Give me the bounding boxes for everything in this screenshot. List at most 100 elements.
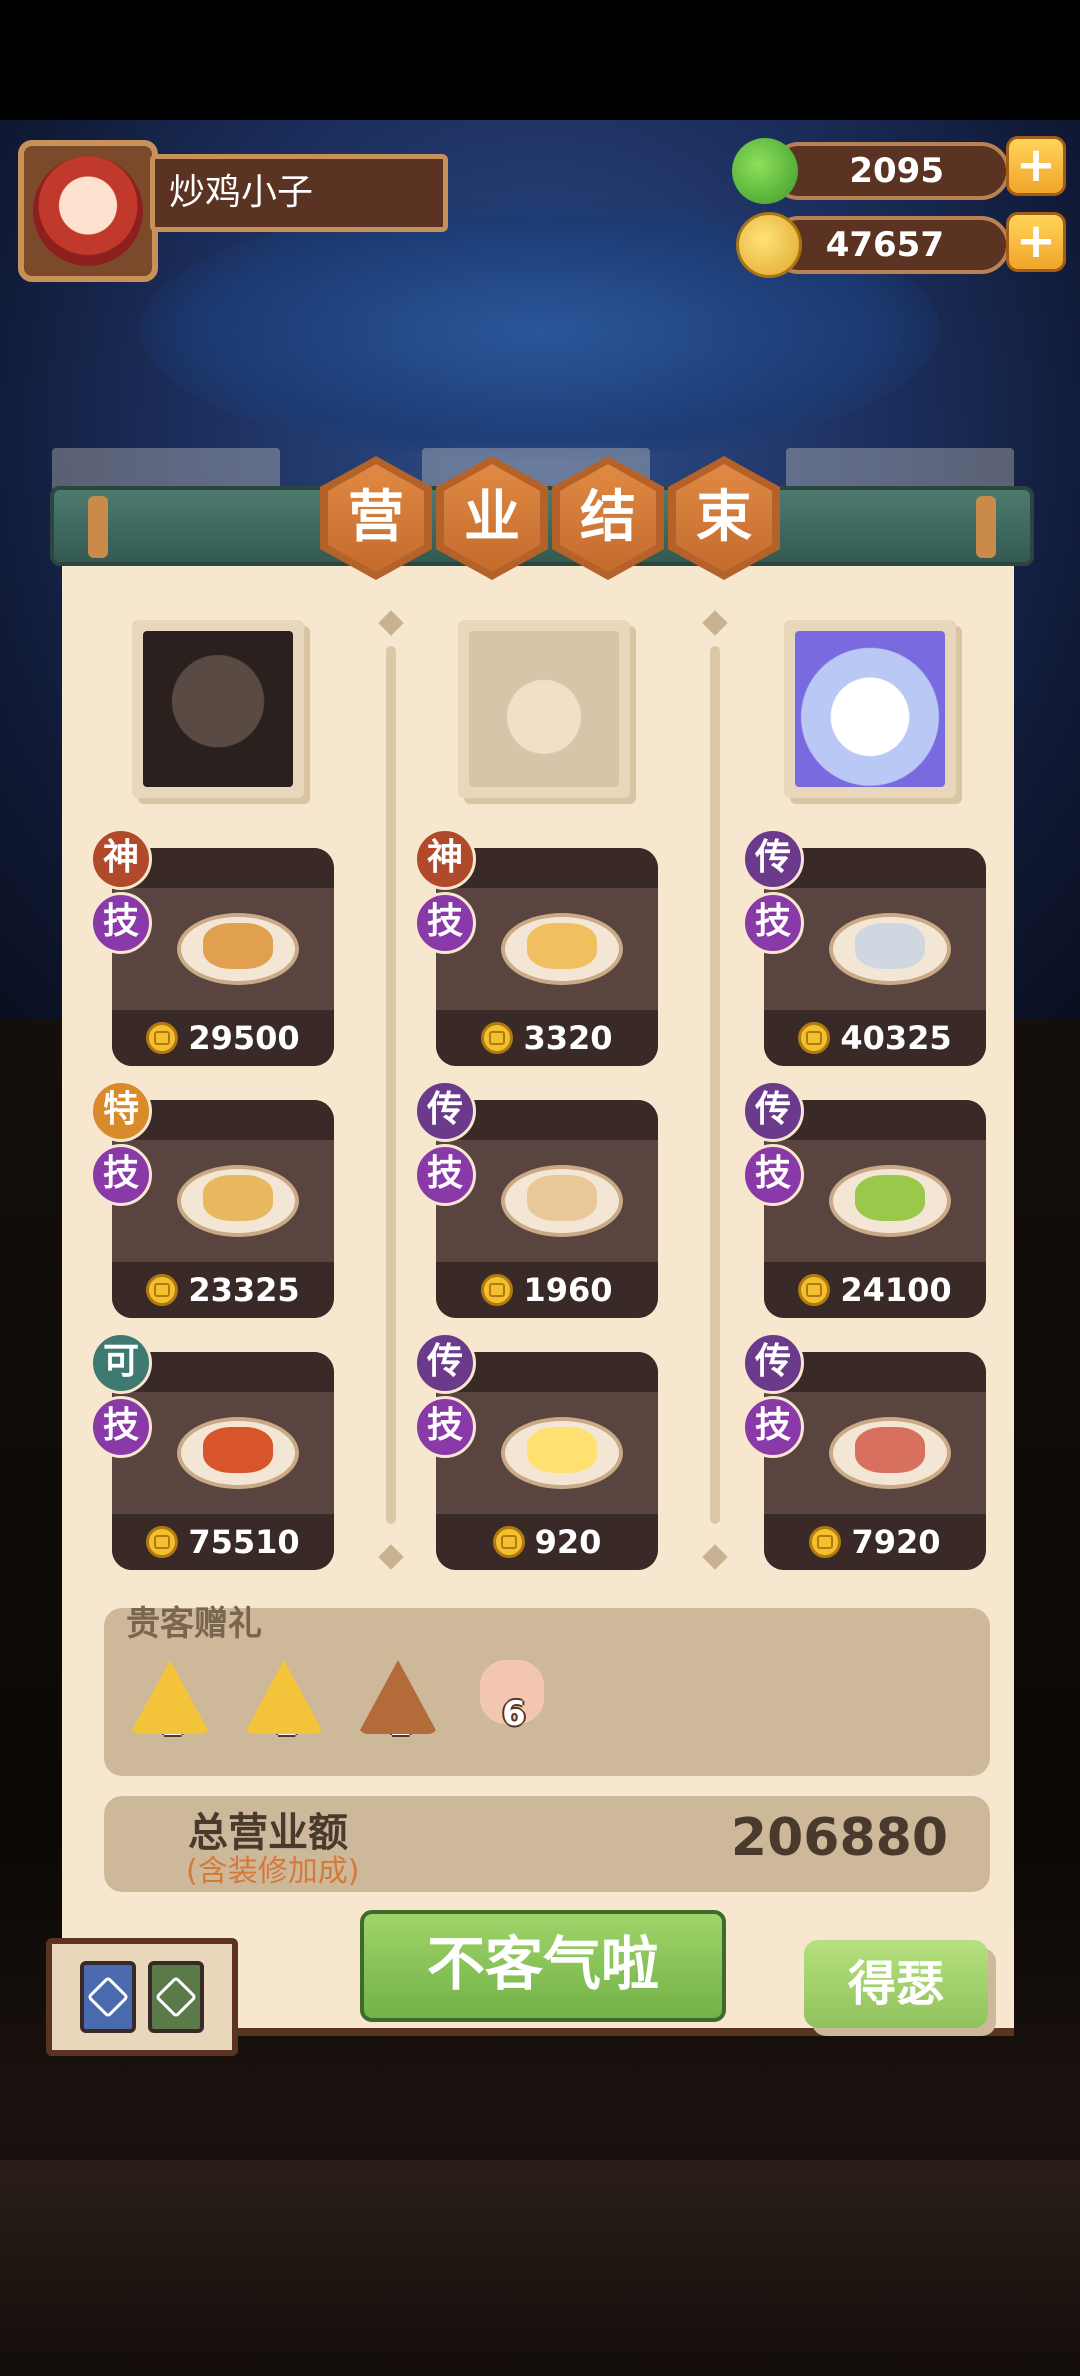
salad-bowl-icon: [855, 1175, 925, 1221]
guest-portrait[interactable]: [132, 620, 304, 798]
title-hex: 营: [320, 456, 432, 580]
title-hex-row: 营 业 结 束: [320, 456, 780, 596]
title-char: 结: [560, 464, 656, 572]
dish-amount: 7920: [851, 1523, 941, 1561]
lobster-platter-icon: [203, 1427, 273, 1473]
dish-card[interactable]: 7920: [764, 1352, 986, 1570]
fried-noodles-icon: [203, 1175, 273, 1221]
title-char: 业: [444, 464, 540, 572]
gold-fish-triangle-icon: [130, 1660, 210, 1734]
gold-fish-triangle-icon: [244, 1660, 324, 1734]
tier-badge: 传: [414, 1332, 476, 1394]
dish-card[interactable]: 920: [436, 1352, 658, 1570]
plate-icon: [829, 1165, 951, 1237]
title-hex: 业: [436, 456, 548, 580]
tier-badge: 神: [90, 828, 152, 890]
coin-icon: [492, 1526, 525, 1558]
column-divider: [386, 646, 396, 1524]
tier-badge: 传: [414, 1080, 476, 1142]
plate-icon: [501, 913, 623, 985]
skill-badge: 技: [742, 1396, 804, 1458]
dish-card[interactable]: 3320: [436, 848, 658, 1066]
chef-boy-icon: [469, 631, 619, 787]
dish-card[interactable]: 29500: [112, 848, 334, 1066]
flatbread-icon: [527, 1175, 597, 1221]
add-coins-button[interactable]: +: [1006, 212, 1066, 272]
dish-earnings: 24100: [764, 1262, 986, 1318]
gift-item[interactable]: 6: [472, 1660, 556, 1750]
dish-earnings: 29500: [112, 1010, 334, 1066]
dish-earnings: 920: [436, 1514, 658, 1570]
dish-amount: 3320: [523, 1019, 613, 1057]
title-char: 营: [328, 464, 424, 572]
dish-card[interactable]: 40325: [764, 848, 986, 1066]
dish-amount: 29500: [188, 1019, 300, 1057]
dish-amount: 24100: [840, 1271, 952, 1309]
tier-badge: 传: [742, 1080, 804, 1142]
guest-portrait[interactable]: [458, 620, 630, 798]
plate-icon: [177, 1417, 299, 1489]
coin-icon: [481, 1022, 514, 1054]
apple-icon: [732, 138, 798, 204]
skill-badge: 技: [414, 1396, 476, 1458]
player-avatar[interactable]: [18, 140, 158, 282]
player-name: 炒鸡小子: [150, 154, 448, 232]
coin-icon: [146, 1022, 179, 1054]
dish-amount: 23325: [188, 1271, 300, 1309]
skill-badge: 技: [414, 892, 476, 954]
gift-item[interactable]: 1: [358, 1660, 442, 1750]
banner-knob: [976, 496, 996, 558]
column-divider: [710, 646, 720, 1524]
guest-portrait[interactable]: [784, 620, 956, 798]
dish-card[interactable]: 75510: [112, 1352, 334, 1570]
gift-list: 1 1 1 6: [130, 1660, 556, 1750]
gift-item[interactable]: 1: [244, 1660, 328, 1750]
plate-icon: [501, 1417, 623, 1489]
scallion-cake-icon: [527, 923, 597, 969]
dish-card[interactable]: 1960: [436, 1100, 658, 1318]
blue-tool-icon[interactable]: [80, 1961, 136, 2033]
coin-icon: [481, 1274, 514, 1306]
skill-badge: 技: [414, 1144, 476, 1206]
tier-badge: 神: [414, 828, 476, 890]
skill-badge: 技: [742, 892, 804, 954]
bronze-triangle-icon: [358, 1660, 438, 1734]
coin-icon: [146, 1274, 179, 1306]
gift-item[interactable]: 1: [130, 1660, 214, 1750]
coin-icon: [809, 1526, 842, 1558]
skill-badge: 技: [742, 1144, 804, 1206]
confirm-button[interactable]: 不客气啦: [360, 1910, 726, 2022]
tea-set-icon: [855, 923, 925, 969]
skill-badge: 技: [90, 1144, 152, 1206]
gift-title: 贵客赠礼: [126, 1604, 262, 1644]
title-hex: 束: [668, 456, 780, 580]
tier-badge: 传: [742, 828, 804, 890]
dish-earnings: 75510: [112, 1514, 334, 1570]
title-hex: 结: [552, 456, 664, 580]
skill-badge: 技: [90, 892, 152, 954]
dish-amount: 1960: [523, 1271, 613, 1309]
skill-badge: 技: [90, 1396, 152, 1458]
dish-amount: 40325: [840, 1019, 952, 1057]
dish-card[interactable]: 24100: [764, 1100, 986, 1318]
show-off-button[interactable]: 得瑟: [804, 1940, 988, 2028]
plate-icon: [501, 1165, 623, 1237]
green-tool-icon[interactable]: [148, 1961, 204, 2033]
dish-earnings: 7920: [764, 1514, 986, 1570]
dish-card[interactable]: 23325: [112, 1100, 334, 1318]
plate-icon: [177, 913, 299, 985]
dish-amount: 75510: [188, 1523, 300, 1561]
plate-icon: [177, 1165, 299, 1237]
plate-icon: [829, 1417, 951, 1489]
avatar-face-icon: [33, 156, 143, 266]
stew-pot-icon: [855, 1427, 925, 1473]
add-apples-button[interactable]: +: [1006, 136, 1066, 196]
title-char: 束: [676, 464, 772, 572]
toolbox: [46, 1938, 238, 2056]
background-floor: [0, 2160, 1080, 2376]
plate-icon: [829, 913, 951, 985]
dish-earnings: 23325: [112, 1262, 334, 1318]
coin-counter: 47657: [770, 216, 1010, 274]
dish-earnings: 3320: [436, 1010, 658, 1066]
dish-earnings: 1960: [436, 1262, 658, 1318]
